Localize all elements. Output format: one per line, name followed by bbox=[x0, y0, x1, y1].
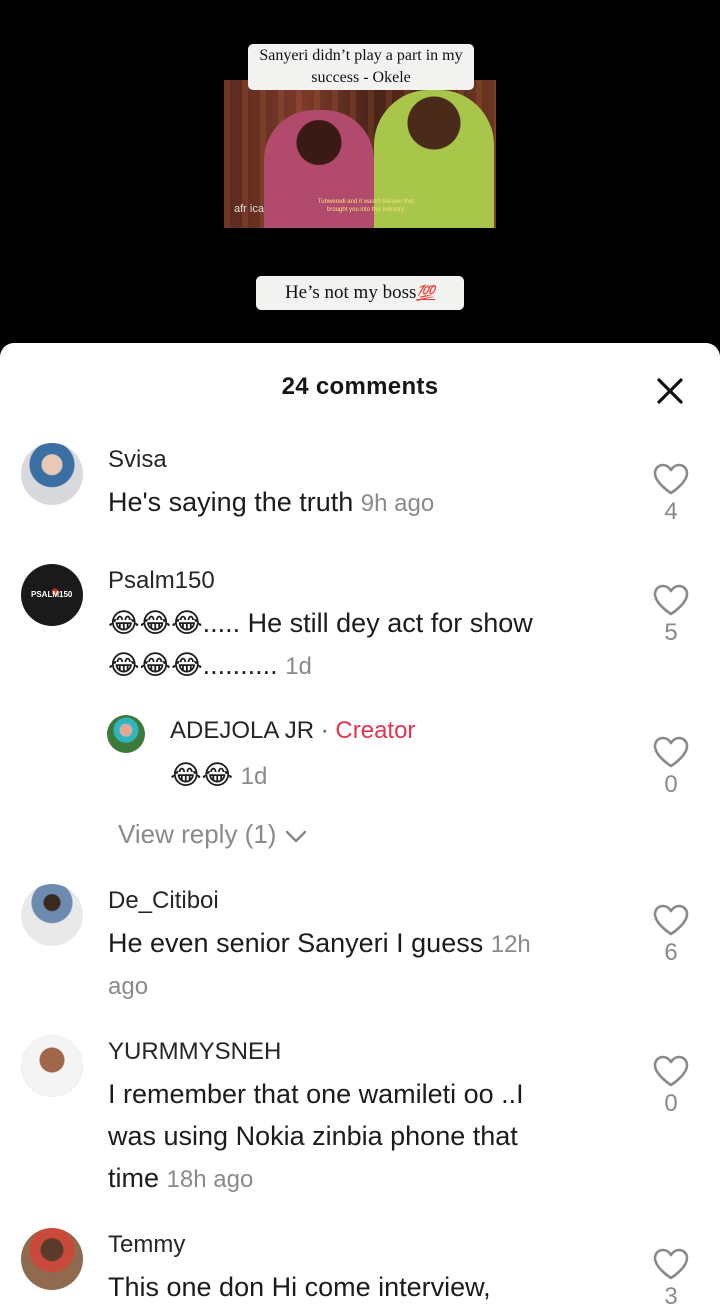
heart-icon bbox=[653, 1248, 689, 1280]
like-button[interactable]: 5 bbox=[646, 583, 696, 647]
heart-icon bbox=[653, 1055, 689, 1087]
view-replies-button[interactable]: View reply (1) bbox=[118, 819, 308, 850]
heart-icon bbox=[653, 584, 689, 616]
comment-body-line-2: was using Nokia zinbia phone that bbox=[108, 1121, 518, 1151]
comment-text: He even senior Sanyeri I guess 12h ago bbox=[108, 922, 628, 1008]
comment-text: 😂😂😂..... He still dey act for show 😂😂😂..… bbox=[108, 602, 628, 688]
reply-username[interactable]: ADEJOLA JR bbox=[170, 717, 314, 744]
comment-body-line: I remember that one wamileti oo ..I bbox=[108, 1079, 524, 1109]
like-button[interactable]: 6 bbox=[646, 903, 696, 967]
avatar[interactable] bbox=[107, 715, 145, 753]
close-button[interactable] bbox=[652, 373, 688, 409]
close-icon bbox=[657, 378, 683, 404]
heart-icon bbox=[653, 463, 689, 495]
comment-username[interactable]: Temmy bbox=[108, 1231, 185, 1259]
heart-icon bbox=[653, 904, 689, 936]
comment-body: time bbox=[108, 1163, 160, 1193]
comment-body: 😂😂 bbox=[170, 760, 234, 790]
comment-text: 😂😂 1d bbox=[170, 754, 267, 798]
like-button[interactable]: 3 bbox=[646, 1247, 696, 1308]
comment-time: 18h ago bbox=[166, 1166, 254, 1193]
thumbnail-subtitle: Tuhweredi and it wasn't Sanyeri that bro… bbox=[317, 199, 415, 213]
comment-text: He's saying the truth 9h ago bbox=[108, 481, 434, 525]
avatar[interactable] bbox=[21, 443, 83, 505]
comment-body-line: He even senior Sanyeri I guess 12h bbox=[108, 922, 628, 966]
comment-username[interactable]: Svisa bbox=[108, 446, 167, 474]
caption-bottom-text: He’s not my boss bbox=[284, 282, 417, 303]
avatar[interactable]: PSALM150 bbox=[21, 564, 83, 626]
video-thumbnail: afr ica Tuhweredi and it wasn't Sanyeri … bbox=[224, 80, 496, 228]
comment-body: He even senior Sanyeri I guess bbox=[108, 928, 484, 958]
avatar[interactable] bbox=[21, 1035, 83, 1097]
comment-body: 😂😂😂.......... bbox=[108, 650, 278, 680]
avatar-label: PSALM150 bbox=[31, 590, 73, 599]
thumbnail-logo: afr ica bbox=[234, 203, 264, 215]
like-count: 3 bbox=[664, 1283, 678, 1308]
heart-icon bbox=[653, 736, 689, 768]
comment-time: 9h ago bbox=[360, 490, 435, 517]
avatar[interactable] bbox=[21, 884, 83, 946]
video-caption-top: Sanyeri didn’t play a part in my success… bbox=[248, 44, 474, 90]
view-replies-label: View reply (1) bbox=[118, 819, 277, 849]
comment-body: He's saying the truth bbox=[108, 487, 354, 517]
comment-username[interactable]: Psalm150 bbox=[108, 567, 215, 595]
like-button[interactable]: 0 bbox=[646, 735, 696, 799]
video-caption-bottom: He’s not my boss💯 bbox=[256, 276, 464, 310]
comment-text: I remember that one wamileti oo ..I was … bbox=[108, 1073, 628, 1201]
like-button[interactable]: 4 bbox=[646, 462, 696, 526]
comment-time: 1d bbox=[285, 653, 312, 680]
comment-body-line-3: time 18h ago bbox=[108, 1157, 628, 1201]
video-player[interactable]: Sanyeri didn’t play a part in my success… bbox=[0, 0, 720, 350]
comments-header: 24 comments bbox=[0, 343, 720, 433]
comment-username[interactable]: YURMMYSNEH bbox=[108, 1038, 281, 1066]
comment-username[interactable]: ADEJOLA JR · Creator bbox=[170, 717, 415, 745]
comment-body-line: 😂😂😂..... He still dey act for show bbox=[108, 608, 533, 638]
like-count: 0 bbox=[664, 771, 678, 798]
hundred-points-emoji: 💯 bbox=[416, 286, 436, 302]
comment-body-line-2: 😂😂😂.......... 1d bbox=[108, 644, 628, 688]
comments-sheet: 24 comments Svisa He's saying the truth … bbox=[0, 343, 720, 1308]
like-button[interactable]: 0 bbox=[646, 1054, 696, 1118]
comment-time: 12h bbox=[490, 931, 531, 958]
creator-badge: Creator bbox=[335, 717, 416, 744]
avatar[interactable] bbox=[21, 1228, 83, 1290]
like-count: 6 bbox=[664, 939, 678, 966]
comment-time: 1d bbox=[240, 763, 268, 790]
chevron-down-icon bbox=[285, 830, 307, 843]
comment-username[interactable]: De_Citiboi bbox=[108, 887, 219, 915]
like-count: 5 bbox=[664, 619, 678, 646]
comment-count-title: 24 comments bbox=[281, 373, 439, 400]
like-count: 4 bbox=[664, 498, 678, 525]
comment-time-continued: ago bbox=[108, 973, 149, 1000]
comment-text: This one don Hi come interview, bbox=[108, 1272, 491, 1302]
username-separator: · bbox=[320, 717, 329, 744]
like-count: 0 bbox=[664, 1090, 678, 1117]
